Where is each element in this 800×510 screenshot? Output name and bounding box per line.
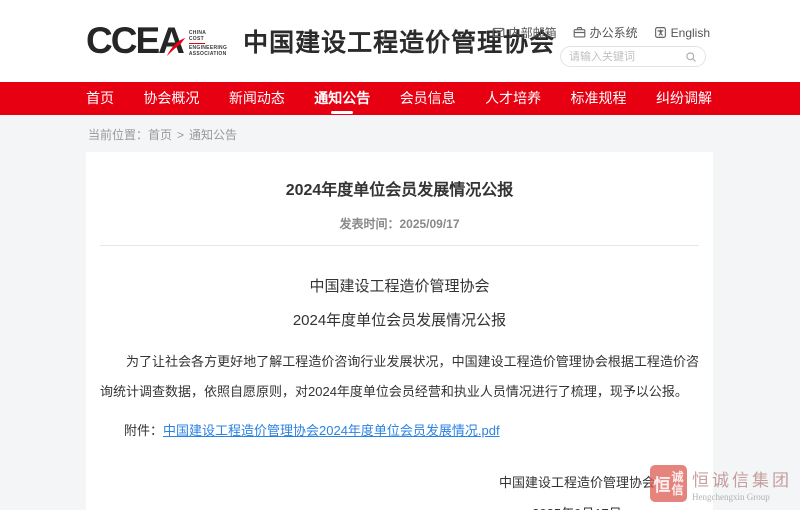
search-input[interactable] — [569, 51, 685, 63]
translate-icon — [654, 26, 667, 39]
article-subtitle-line: 2024年度单位会员发展情况公报 — [98, 309, 701, 330]
article-signature: 中国建设工程造价管理协会 2025年9月17日 — [499, 472, 655, 510]
nav-item-members[interactable]: 会员信息 — [400, 82, 456, 115]
title-divider — [100, 245, 699, 246]
nav-item-standards[interactable]: 标准规程 — [571, 82, 627, 115]
logo-subtext-line: ENGINEERING — [189, 45, 227, 51]
nav-item-notices[interactable]: 通知公告 — [314, 82, 370, 115]
nav-item-home[interactable]: 首页 — [86, 82, 114, 115]
article-card: 2024年度单位会员发展情况公报 发表时间：2025/09/17 中国建设工程造… — [86, 152, 713, 510]
article-paragraph: 为了让社会各方更好地了解工程造价咨询行业发展状况，中国建设工程造价管理协会根据工… — [98, 347, 701, 407]
breadcrumb: 当前位置：首页 > 通知公告 — [0, 115, 800, 152]
attachment-label: 附件： — [124, 423, 163, 438]
english-label: English — [671, 26, 710, 40]
nav-item-dispute[interactable]: 纠纷调解 — [656, 82, 712, 115]
attachment-row: 附件：中国建设工程造价管理协会2024年度单位会员发展情况.pdf — [98, 420, 701, 439]
internal-mail-label: 内部邮箱 — [509, 24, 557, 41]
logo-acronym: CCEA — [86, 19, 183, 63]
attachment-pdf-link[interactable]: 中国建设工程造价管理协会2024年度单位会员发展情况.pdf — [163, 423, 500, 438]
header-quick-links: 内部邮箱 办公系统 English — [492, 24, 710, 41]
logo-red-rule — [189, 43, 205, 44]
logo-swoosh-icon — [165, 37, 187, 57]
mail-icon — [492, 26, 505, 39]
office-system-label: 办公系统 — [590, 24, 638, 41]
nav-item-about[interactable]: 协会概况 — [143, 82, 199, 115]
page-title: 2024年度单位会员发展情况公报 — [98, 176, 701, 200]
nav-item-training[interactable]: 人才培养 — [485, 82, 541, 115]
article-org-line: 中国建设工程造价管理协会 — [98, 275, 701, 296]
publish-time-label: 发表时间： — [339, 217, 399, 231]
breadcrumb-home-link[interactable]: 首页 — [148, 128, 172, 142]
search-icon[interactable] — [685, 51, 697, 63]
site-search[interactable] — [560, 46, 706, 67]
site-header: CCEA CHINA COST ENGINEERING ASSOCIATION … — [0, 0, 800, 82]
breadcrumb-current: 通知公告 — [189, 128, 237, 142]
office-system-link[interactable]: 办公系统 — [573, 24, 638, 41]
breadcrumb-separator: > — [177, 128, 184, 142]
main-nav: 首页 协会概况 新闻动态 通知公告 会员信息 人才培养 标准规程 纠纷调解 — [0, 82, 800, 115]
briefcase-icon — [573, 26, 586, 39]
logo-subtext-line: ASSOCIATION — [189, 51, 227, 57]
publish-time-value: 2025/09/17 — [399, 217, 459, 231]
publish-time: 发表时间：2025/09/17 — [98, 215, 701, 232]
breadcrumb-prefix: 当前位置： — [88, 128, 148, 142]
signature-date: 2025年9月17日 — [499, 503, 655, 510]
site-logo[interactable]: CCEA CHINA COST ENGINEERING ASSOCIATION … — [86, 19, 555, 63]
english-link[interactable]: English — [654, 24, 710, 41]
internal-mail-link[interactable]: 内部邮箱 — [492, 24, 557, 41]
signature-org: 中国建设工程造价管理协会 — [499, 472, 655, 491]
logo-subtext: CHINA COST ENGINEERING ASSOCIATION — [189, 30, 227, 57]
logo-subtext-line: COST — [189, 36, 227, 42]
nav-item-news[interactable]: 新闻动态 — [229, 82, 285, 115]
